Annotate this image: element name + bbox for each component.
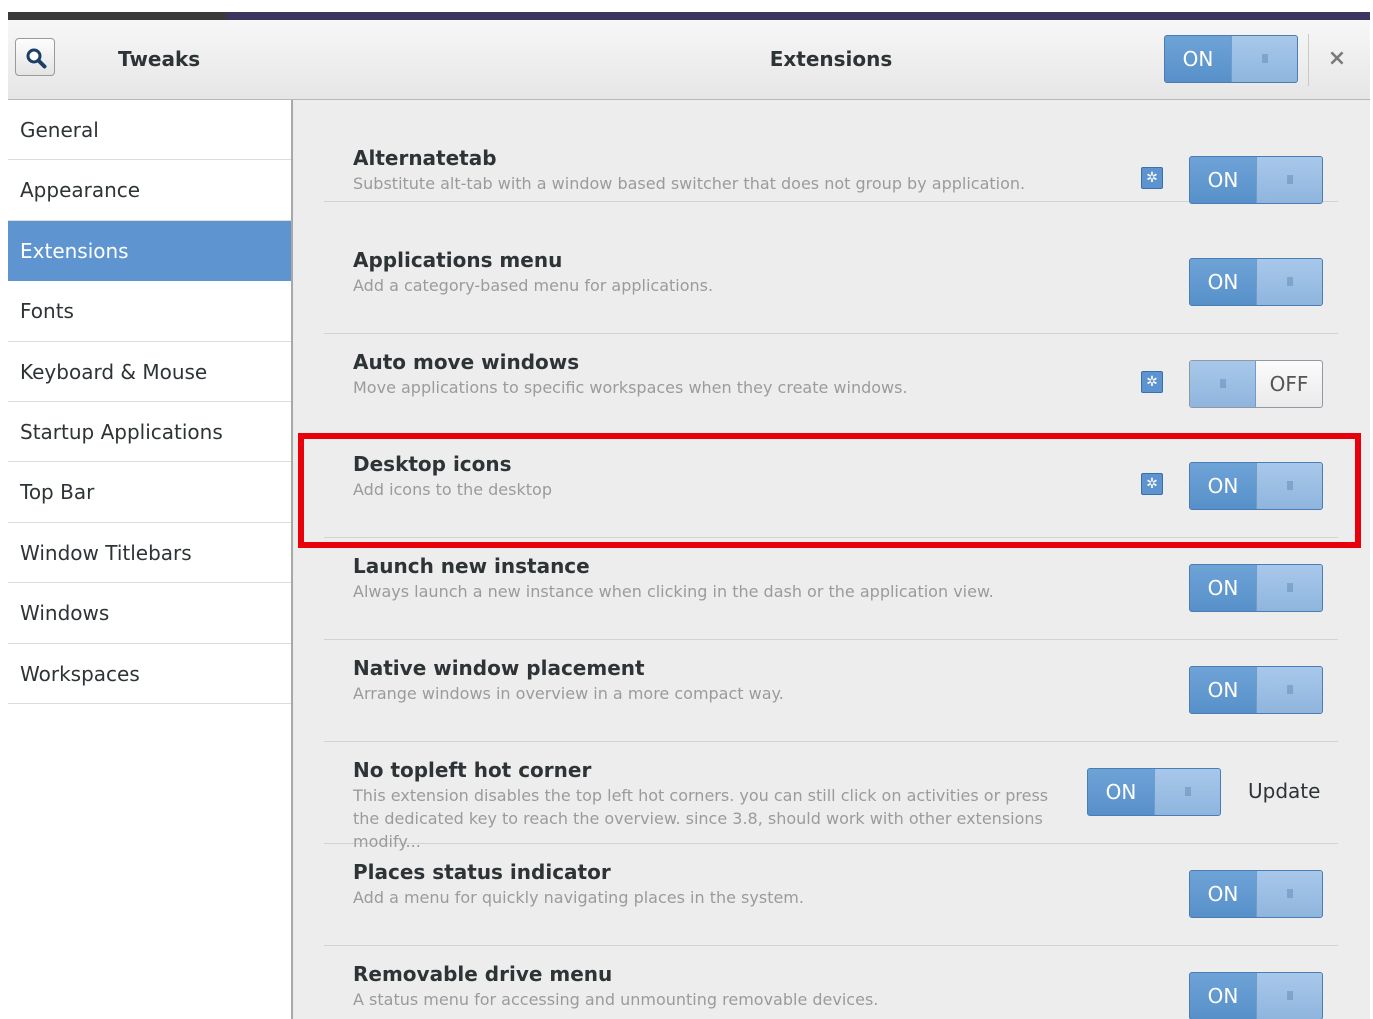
switch-knob [1231,36,1297,82]
close-icon: × [1327,46,1347,71]
switch-knob [1256,259,1322,305]
switch-label: ON [1207,882,1239,906]
extension-switch[interactable]: ON [1189,258,1323,306]
extension-row-no-topleft-hot-corner: No topleft hot corner This extension dis… [324,742,1338,851]
extension-description: This extension disables the top left hot… [353,786,1049,851]
extension-name: Alternatetab [353,146,497,170]
switch-knob [1256,973,1322,1019]
extension-row-applications-menu: Applications menu Add a category-based m… [324,232,1338,334]
extension-name: Launch new instance [353,554,590,578]
switch-label: ON [1105,780,1137,804]
header-separator [1308,34,1309,86]
switch-label: ON [1182,47,1214,71]
extension-switch[interactable]: ON [1189,564,1323,612]
extension-switch[interactable]: ON [1087,768,1221,816]
extension-row-alternatetab: Alternatetab Substitute alt-tab with a w… [324,100,1338,204]
extension-row-auto-move-windows: Auto move windows Move applications to s… [324,334,1338,436]
search-icon [26,48,47,69]
switch-label: OFF [1269,372,1309,396]
extension-switch[interactable]: ON [1189,870,1323,918]
extension-row-removable-drive-menu: Removable drive menu A status menu for a… [324,946,1338,1019]
gear-icon: ✲ [1146,374,1158,390]
sidebar: General Appearance Extensions Fonts Keyb… [8,100,293,1019]
header-bar: Tweaks Extensions ON × [8,20,1370,100]
extension-description: Move applications to specific workspaces… [353,378,908,397]
app-title: Tweaks [118,47,201,71]
extension-description: Add a menu for quickly navigating places… [353,888,804,907]
sidebar-item-window-titlebars[interactable]: Window Titlebars [8,523,291,584]
settings-button[interactable]: ✲ [1141,167,1163,189]
switch-knob [1256,157,1322,203]
switch-knob [1256,667,1322,713]
extension-description: Add a category-based menu for applicatio… [353,276,714,295]
extensions-list: Alternatetab Substitute alt-tab with a w… [295,100,1370,1019]
switch-label: ON [1207,678,1239,702]
switch-knob [1190,361,1256,407]
extension-switch[interactable]: ON [1189,156,1323,204]
extension-row-native-window-placement: Native window placement Arrange windows … [324,640,1338,742]
extension-name: Auto move windows [353,350,580,374]
extension-description: Substitute alt-tab with a window based s… [353,174,1026,193]
activities-area [8,12,226,20]
settings-button[interactable]: ✲ [1141,371,1163,393]
gear-icon: ✲ [1146,170,1158,186]
extension-name: Places status indicator [353,860,611,884]
sidebar-item-fonts[interactable]: Fonts [8,281,291,342]
extension-description: Arrange windows in overview in a more co… [353,684,784,703]
sidebar-item-top-bar[interactable]: Top Bar [8,462,291,523]
extension-switch[interactable]: ON [1189,666,1323,714]
sidebar-item-general[interactable]: General [8,100,291,161]
extension-name: Native window placement [353,656,645,680]
sidebar-item-appearance[interactable]: Appearance [8,160,291,221]
extension-row-places-status-indicator: Places status indicator Add a menu for q… [324,844,1338,946]
switch-label: ON [1207,270,1239,294]
switch-knob [1256,565,1322,611]
switch-knob [1256,871,1322,917]
sidebar-item-extensions[interactable]: Extensions [8,220,291,282]
search-button[interactable] [15,38,55,76]
extension-switch[interactable]: ON [1189,972,1323,1019]
switch-label: ON [1207,984,1239,1008]
extension-name: Applications menu [353,248,563,272]
extension-switch[interactable]: OFF [1189,360,1323,408]
extension-row-launch-new-instance: Launch new instance Always launch a new … [324,538,1338,640]
switch-knob [1154,769,1220,815]
page-title: Extensions [769,47,893,71]
switch-label: ON [1207,168,1239,192]
extension-description: A status menu for accessing and unmounti… [353,990,879,1009]
sidebar-item-keyboard-mouse[interactable]: Keyboard & Mouse [8,342,291,402]
extension-description: Always launch a new instance when clicki… [353,582,994,601]
extension-name: No topleft hot corner [353,758,592,782]
update-button[interactable]: Update [1248,779,1320,803]
extensions-master-switch[interactable]: ON [1164,35,1298,83]
highlight-box [298,433,1361,548]
sidebar-item-windows[interactable]: Windows [8,583,291,644]
desktop-top-strip [8,12,1370,20]
sidebar-item-workspaces[interactable]: Workspaces [8,644,291,704]
switch-label: ON [1207,576,1239,600]
extension-name: Removable drive menu [353,962,613,986]
close-button[interactable]: × [1324,42,1350,76]
sidebar-item-startup-applications[interactable]: Startup Applications [8,402,291,463]
